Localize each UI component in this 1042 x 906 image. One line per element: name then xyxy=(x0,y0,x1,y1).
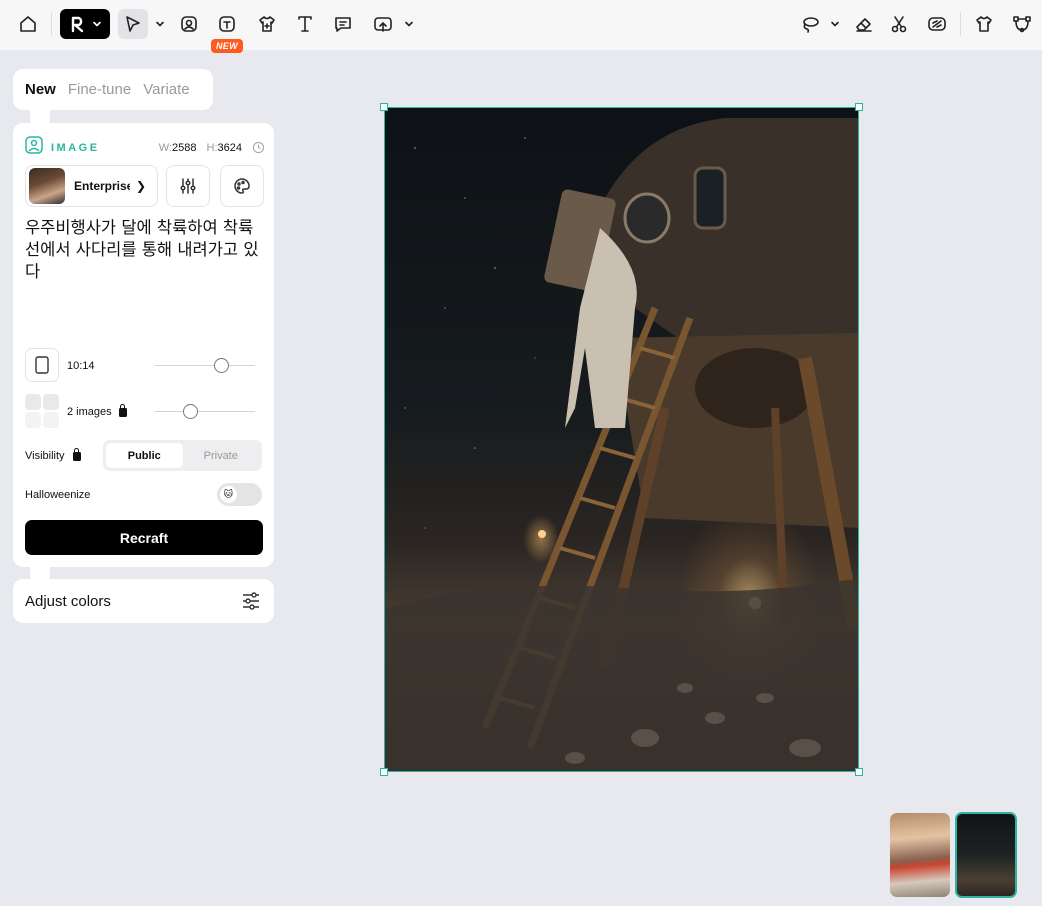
scissors-tool-button[interactable] xyxy=(886,8,912,40)
halloweenize-label: Halloweenize xyxy=(25,489,91,501)
image-count-icon xyxy=(25,394,59,428)
text-icon xyxy=(298,16,312,32)
image-count-slider-knob[interactable] xyxy=(183,404,198,419)
visibility-private-option[interactable]: Private xyxy=(183,443,260,468)
cat-face-icon: 🐱 xyxy=(220,486,237,503)
home-icon[interactable] xyxy=(14,8,42,40)
clock-icon[interactable] xyxy=(252,141,265,154)
visibility-segmented-control: Public Private xyxy=(103,440,262,471)
resize-handle-top-right[interactable] xyxy=(855,103,863,111)
comment-icon xyxy=(335,17,351,32)
aspect-ratio-slider[interactable] xyxy=(155,365,255,366)
image-count-label: 2 images xyxy=(67,403,127,418)
tab-fine-tune[interactable]: Fine-tune xyxy=(68,81,131,98)
variant-thumbnail-2-selected[interactable] xyxy=(955,812,1017,898)
height-value: 3624 xyxy=(217,141,242,154)
eraser-tool-button[interactable] xyxy=(851,8,877,40)
model-avatar xyxy=(29,168,65,204)
visibility-public-option[interactable]: Public xyxy=(106,443,183,468)
vectorize-icon xyxy=(928,17,946,31)
lasso-icon xyxy=(803,17,819,33)
lasso-tool-dropdown[interactable] xyxy=(826,8,840,40)
height-label: H: xyxy=(206,141,218,154)
upload-image-icon xyxy=(374,17,392,32)
generated-image[interactable] xyxy=(384,107,859,772)
comment-tool-button[interactable] xyxy=(330,8,356,40)
tshirt-icon xyxy=(259,16,275,32)
halloweenize-toggle[interactable]: 🐱 xyxy=(217,483,262,506)
adjust-sliders-icon[interactable] xyxy=(240,590,262,612)
adjust-colors-label: Adjust colors xyxy=(25,592,111,610)
color-palette-button[interactable] xyxy=(220,165,264,207)
vectorize-tool-button[interactable] xyxy=(924,8,950,40)
shirt-icon xyxy=(976,16,992,32)
export-tool-button[interactable] xyxy=(370,8,396,40)
model-name: Enterprise xyxy=(74,179,130,193)
image-icon xyxy=(25,136,43,159)
image-count-slider[interactable] xyxy=(155,411,255,412)
mockup-icon xyxy=(219,16,235,32)
resize-handle-bottom-left[interactable] xyxy=(380,768,388,776)
aspect-ratio-slider-knob[interactable] xyxy=(214,358,229,373)
resize-handle-top-left[interactable] xyxy=(380,103,388,111)
variant-thumbnail-1[interactable] xyxy=(890,813,950,897)
image-header: IMAGE W:2588 H:3624 xyxy=(25,136,265,159)
model-selector-button[interactable]: Enterprise ❯ xyxy=(25,165,158,207)
image-section-label: IMAGE xyxy=(51,141,100,154)
toolbar-divider xyxy=(51,12,52,36)
adjust-colors-panel[interactable]: Adjust colors xyxy=(13,579,274,623)
new-badge: NEW xyxy=(211,39,243,53)
mockup-tool-button[interactable] xyxy=(214,8,240,40)
chevron-down-icon xyxy=(405,21,413,27)
scissors-icon xyxy=(891,16,907,33)
lock-icon xyxy=(72,447,81,461)
image-dimensions: W:2588 H:3624 xyxy=(159,141,265,154)
select-tool-button[interactable] xyxy=(118,9,148,39)
astronaut-lunar-lander-illustration xyxy=(385,118,858,771)
lock-icon xyxy=(118,403,127,417)
shirt-mockup-button[interactable] xyxy=(971,8,997,40)
tab-new[interactable]: New xyxy=(25,81,56,98)
width-label: W: xyxy=(158,141,173,154)
text-tool-button[interactable] xyxy=(292,8,318,40)
export-tool-dropdown[interactable] xyxy=(400,8,414,40)
recraft-button[interactable]: Recraft xyxy=(25,520,263,555)
chevron-right-icon: ❯ xyxy=(136,179,147,193)
chevron-down-icon xyxy=(156,21,164,27)
eraser-icon xyxy=(856,18,872,32)
tshirt-tool-button[interactable] xyxy=(254,8,280,40)
lasso-tool-button[interactable] xyxy=(798,8,822,40)
width-value: 2588 xyxy=(172,141,197,154)
sliders-icon xyxy=(180,178,196,194)
select-tool-dropdown[interactable] xyxy=(150,8,166,40)
aspect-ratio-value: 10:14 xyxy=(67,360,95,372)
settings-sliders-button[interactable] xyxy=(166,165,210,207)
tab-variate[interactable]: Variate xyxy=(143,81,189,98)
visibility-row: Visibility xyxy=(25,447,81,462)
logo-menu-button[interactable] xyxy=(60,9,110,39)
toolbar-divider xyxy=(960,12,961,36)
visibility-label: Visibility xyxy=(25,450,65,462)
chevron-down-icon xyxy=(831,21,839,27)
aspect-ratio-icon[interactable] xyxy=(25,348,59,382)
generation-panel: IMAGE W:2588 H:3624 Enterprise ❯ 우주비행사가 … xyxy=(13,123,274,567)
top-toolbar: NEW xyxy=(0,0,1042,53)
cursor-icon xyxy=(126,16,140,32)
nodes-tool-button[interactable] xyxy=(1008,8,1036,40)
resize-handle-bottom-right[interactable] xyxy=(855,768,863,776)
prompt-text[interactable]: 우주비행사가 달에 착륙하여 착륙선에서 사다리를 통해 내려가고 있다 xyxy=(25,217,265,283)
vector-nodes-icon xyxy=(1013,16,1031,33)
mode-tabs: New Fine-tune Variate xyxy=(13,69,213,110)
image-tool-button[interactable] xyxy=(176,8,202,40)
recraft-logo-icon xyxy=(71,16,84,33)
image-count-value: 2 images xyxy=(67,406,112,418)
chevron-down-icon xyxy=(93,21,101,27)
portrait-icon xyxy=(181,16,197,32)
palette-icon xyxy=(234,178,250,194)
